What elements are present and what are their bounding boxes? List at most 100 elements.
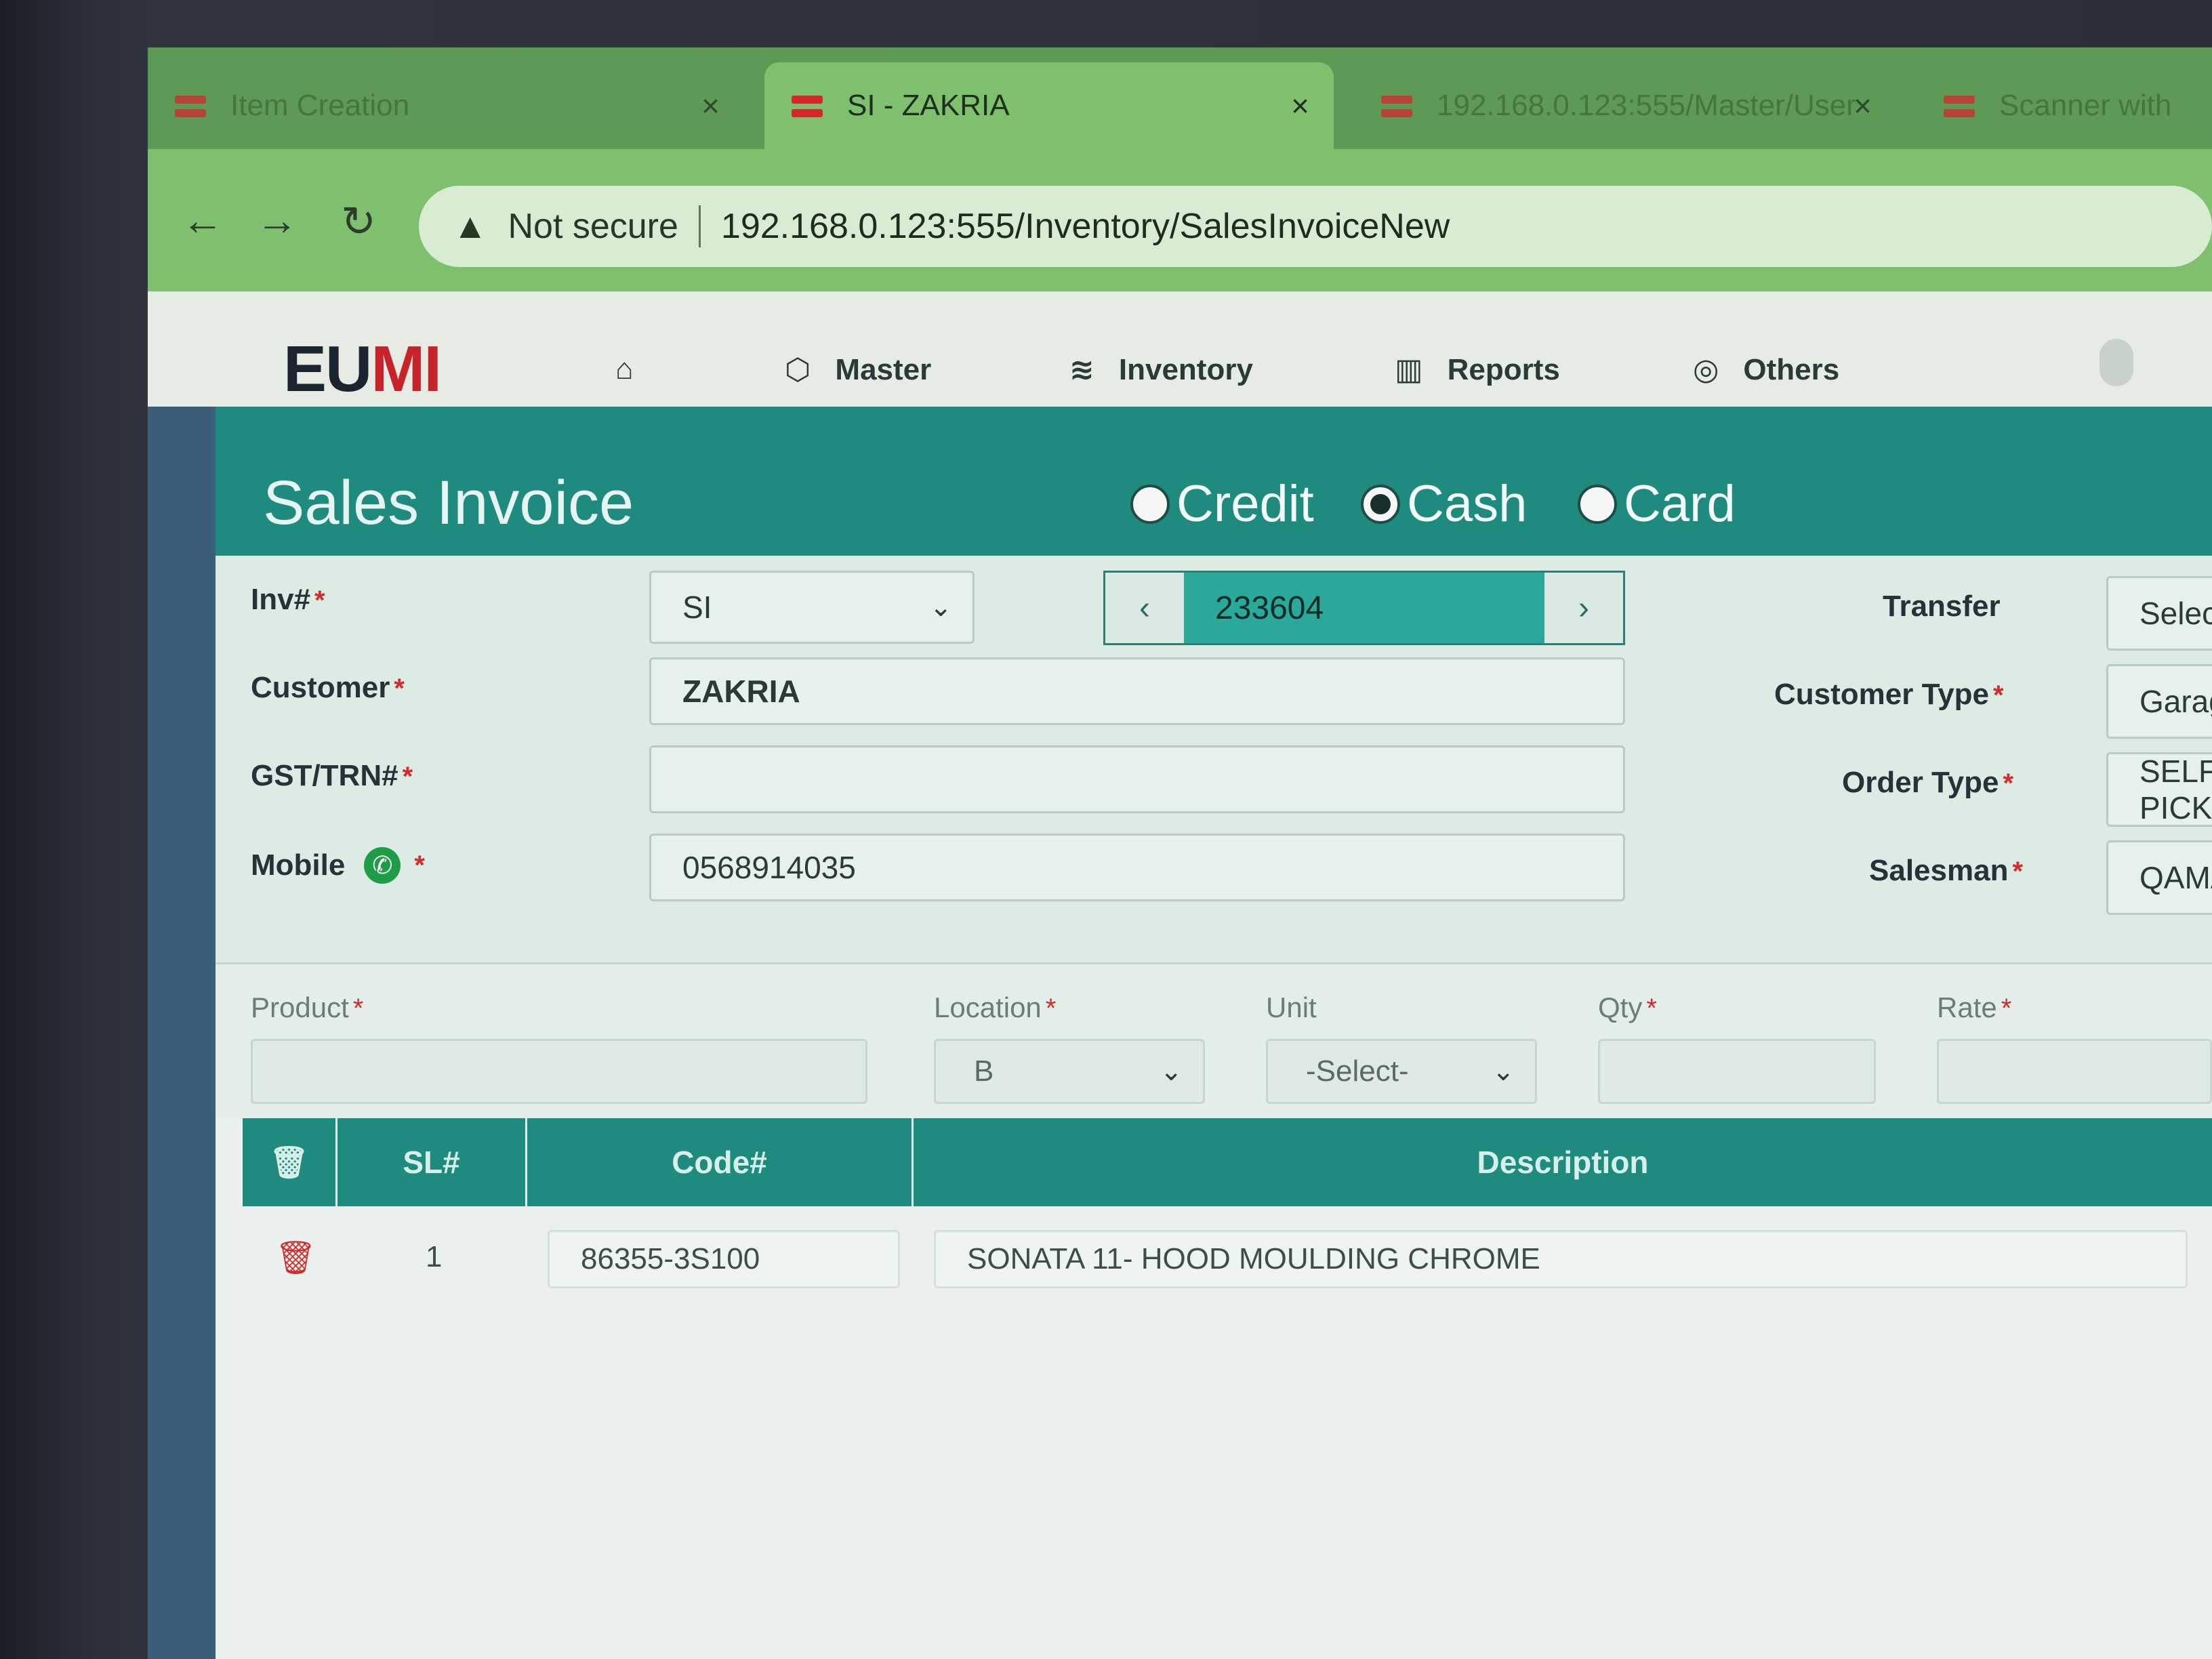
user-avatar[interactable] — [2100, 339, 2133, 386]
tab-si-zakria[interactable]: SI - ZAKRIA × — [764, 62, 1334, 149]
close-icon[interactable]: × — [1853, 87, 1872, 124]
transfer-label: Transfer — [1883, 590, 2001, 623]
nav-label: Reports — [1447, 352, 1560, 386]
bar-chart-icon: ▥ — [1395, 353, 1423, 386]
invoice-items-grid: 🗑 SL# Code# Description 🗑 1 86355-3S100 … — [216, 1118, 2212, 1659]
delete-row-icon[interactable]: 🗑 — [275, 1238, 316, 1277]
gst-label: GST/TRN# * — [251, 759, 413, 792]
logo-text-accent: MI — [371, 333, 442, 405]
nav-master[interactable]: ⬡ Master — [785, 352, 931, 387]
mobile-input[interactable]: 0568914035 — [649, 834, 1625, 901]
forward-arrow-icon[interactable]: → — [256, 197, 298, 245]
row-sl: 1 — [426, 1240, 443, 1273]
chevron-left-icon: ‹ — [1139, 590, 1150, 626]
select-value: B — [974, 1054, 994, 1088]
chevron-down-icon: ⌄ — [1492, 1057, 1515, 1086]
rate-label: Rate * — [1937, 991, 2012, 1023]
close-icon[interactable]: × — [701, 87, 720, 124]
close-icon[interactable]: × — [1291, 87, 1309, 124]
radio-label: Cash — [1407, 475, 1528, 533]
inv-label: Inv# * — [251, 583, 325, 616]
page-header: Sales Invoice Credit Cash Card — [216, 407, 2212, 556]
cube-icon: ⬡ — [785, 353, 811, 386]
logo-text: EU — [283, 333, 372, 405]
product-entry-row: Product * Location * B ⌄ Unit -Select- ⌄ Q… — [216, 962, 2212, 1120]
customer-type-select[interactable]: Garage — [2106, 664, 2212, 739]
qty-label: Qty * — [1598, 991, 1657, 1023]
payment-mode-credit[interactable]: Credit — [1130, 474, 1314, 533]
code-header: Code# — [527, 1118, 914, 1206]
grid-header: 🗑 SL# Code# Description — [243, 1118, 2212, 1206]
salesman-select[interactable]: QAMAR — [2106, 840, 2212, 915]
tab-item-creation[interactable]: Item Creation × — [148, 62, 744, 149]
inv-prefix-select[interactable]: SI ⌄ — [649, 571, 975, 644]
sl-header: SL# — [337, 1118, 527, 1206]
nav-others[interactable]: ◎ Others — [1693, 352, 1839, 387]
nav-inventory[interactable]: ≋ Inventory — [1069, 352, 1253, 387]
select-value: -Select- — [1306, 1054, 1409, 1088]
app-favicon-icon — [1381, 90, 1412, 121]
row-code[interactable]: 86355-3S100 — [548, 1230, 900, 1288]
tab-label: 192.168.0.123:555/Master/UserL — [1437, 89, 1857, 122]
customer-input[interactable]: ZAKRIA — [649, 657, 1625, 725]
product-label: Product * — [251, 991, 364, 1023]
unit-label: Unit — [1266, 991, 1317, 1023]
transfer-select[interactable]: Select — [2106, 576, 2212, 651]
browser-tab-strip: Item Creation × SI - ZAKRIA × 192.168.0.… — [148, 47, 2212, 149]
globe-icon: ◎ — [1693, 353, 1719, 386]
whatsapp-icon[interactable]: ✆ — [364, 847, 401, 884]
trash-icon: 🗑 — [269, 1144, 309, 1180]
payment-mode-cash[interactable]: Cash — [1361, 474, 1527, 533]
order-type-label: Order Type * — [1842, 766, 2014, 799]
url-text[interactable]: 192.168.0.123:555/Inventory/SalesInvoice… — [721, 206, 1450, 247]
screen: Item Creation × SI - ZAKRIA × 192.168.0.… — [148, 47, 2212, 1659]
location-label: Location * — [934, 991, 1057, 1023]
table-row: 🗑 1 86355-3S100 SONATA 11- HOOD MOULDING… — [243, 1206, 2212, 1308]
nav-label: Inventory — [1118, 352, 1253, 386]
product-input[interactable] — [251, 1039, 867, 1104]
invoice-form: Inv# * SI ⌄ ‹ 233604 › Customer * ZAKRIA G… — [216, 556, 2212, 962]
main-area: Sales Invoice Credit Cash Card Inv# * SI … — [148, 407, 2212, 1659]
nav-reports[interactable]: ▥ Reports — [1395, 352, 1560, 387]
nav-home[interactable]: ⌂ — [615, 352, 658, 386]
tab-label: Item Creation — [230, 89, 410, 122]
qty-input[interactable] — [1598, 1039, 1876, 1104]
unit-select[interactable]: -Select- ⌄ — [1266, 1039, 1537, 1104]
address-bar[interactable]: ▲ Not secure 192.168.0.123:555/Inventory… — [419, 186, 2212, 267]
app-favicon-icon — [175, 90, 206, 121]
payment-mode-card[interactable]: Card — [1578, 474, 1736, 533]
select-value: SI — [682, 590, 712, 625]
previous-invoice-button[interactable]: ‹ — [1105, 573, 1184, 643]
chevron-right-icon: › — [1578, 590, 1589, 626]
delete-all-column[interactable]: 🗑 — [243, 1118, 337, 1206]
chevron-down-icon: ⌄ — [929, 592, 952, 622]
app-favicon-icon — [792, 90, 823, 121]
tab-master-user[interactable]: 192.168.0.123:555/Master/UserL × — [1354, 62, 1896, 149]
invoice-number-input[interactable]: 233604 — [1184, 573, 1544, 643]
warning-icon: ▲ — [453, 207, 488, 246]
chevron-down-icon: ⌄ — [1160, 1057, 1183, 1086]
next-invoice-button[interactable]: › — [1544, 573, 1623, 643]
back-arrow-icon[interactable]: ← — [182, 197, 224, 245]
card-radio[interactable] — [1578, 484, 1617, 524]
app-favicon-icon — [1944, 90, 1975, 121]
tab-scanner[interactable]: Scanner with — [1917, 62, 2212, 149]
cash-radio[interactable] — [1361, 484, 1400, 524]
salesman-label: Salesman * — [1869, 854, 2024, 887]
radio-label: Credit — [1176, 475, 1314, 533]
credit-radio[interactable] — [1130, 484, 1170, 524]
order-type-select[interactable]: SELF PICKU — [2106, 752, 2212, 827]
security-status[interactable]: Not secure — [508, 206, 678, 247]
eumi-logo[interactable]: EUMI — [283, 332, 442, 407]
tab-label: Scanner with — [1999, 89, 2172, 122]
rate-input[interactable] — [1937, 1039, 2212, 1104]
reload-icon[interactable]: ↻ — [341, 197, 376, 246]
row-description[interactable]: SONATA 11- HOOD MOULDING CHROME — [934, 1230, 2188, 1288]
nav-label: Master — [835, 352, 932, 386]
location-select[interactable]: B ⌄ — [934, 1039, 1205, 1104]
customer-label: Customer * — [251, 671, 405, 704]
mobile-label: Mobile ✆ * — [251, 847, 425, 884]
gst-input[interactable] — [649, 745, 1625, 813]
radio-label: Card — [1624, 475, 1736, 533]
invoice-number-navigator: ‹ 233604 › — [1103, 571, 1625, 645]
